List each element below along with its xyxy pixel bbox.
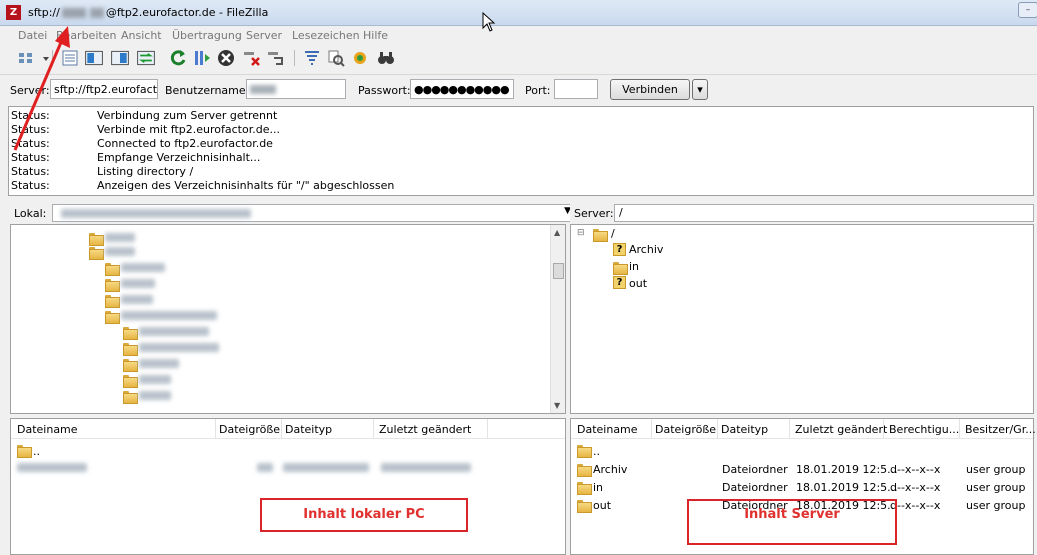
mouse-cursor-icon bbox=[482, 12, 496, 32]
annotation-arrow bbox=[13, 26, 70, 151]
